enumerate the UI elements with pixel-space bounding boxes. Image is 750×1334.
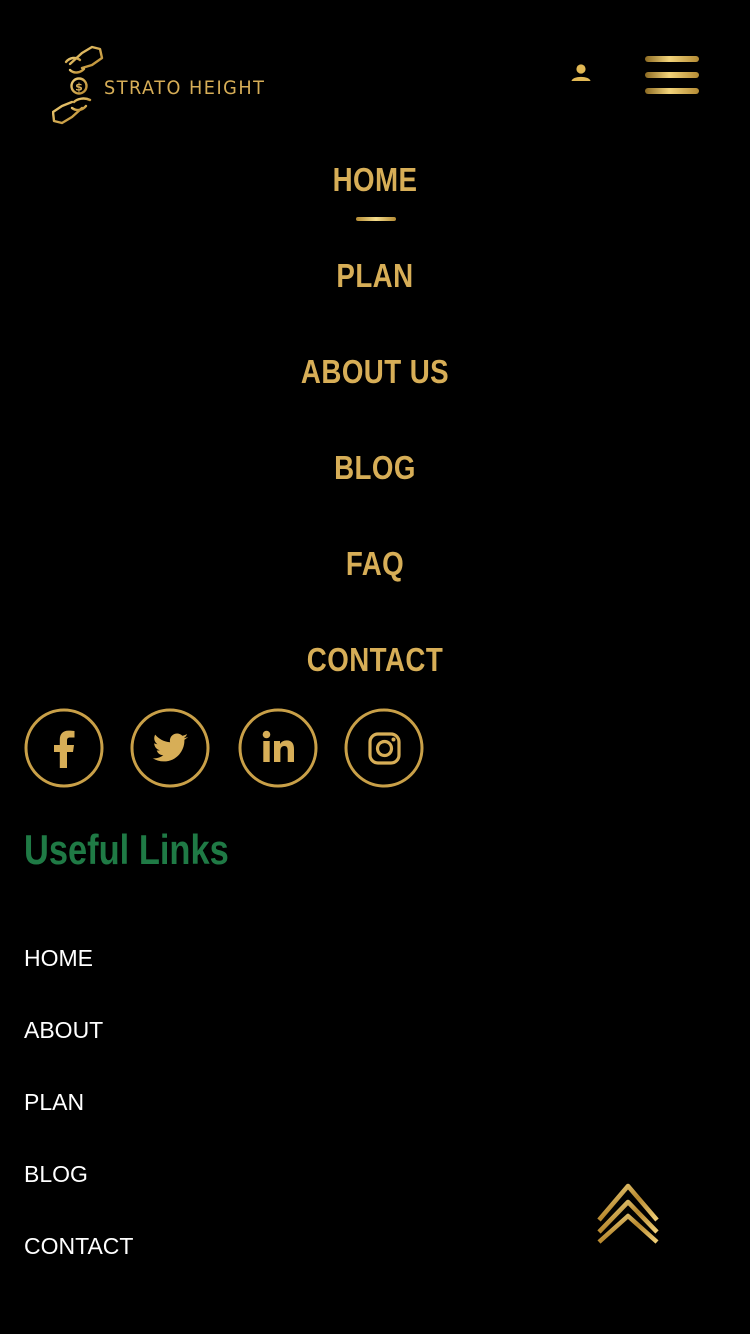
- instagram-button[interactable]: [344, 708, 424, 788]
- facebook-button[interactable]: [24, 708, 104, 788]
- footer-link-contact[interactable]: CONTACT: [24, 1228, 133, 1264]
- user-icon: [571, 64, 591, 81]
- hamburger-menu-icon: [645, 56, 699, 62]
- instagram-icon: [344, 708, 424, 788]
- footer-link-about[interactable]: ABOUT: [24, 1012, 103, 1048]
- footer-link-blog[interactable]: BLOG: [24, 1156, 88, 1192]
- social-links: [24, 708, 444, 792]
- facebook-icon: [24, 708, 104, 788]
- useful-links-heading: Useful Links: [24, 826, 229, 873]
- nav-item-faq[interactable]: FAQ: [60, 516, 690, 612]
- nav-item-blog[interactable]: BLOG: [60, 420, 690, 516]
- nav-item-contact[interactable]: CONTACT: [60, 612, 690, 708]
- twitter-button[interactable]: [130, 708, 210, 788]
- nav-item-home[interactable]: HOME: [60, 132, 690, 228]
- footer-link-home[interactable]: HOME: [24, 940, 93, 976]
- footer-link-plan[interactable]: PLAN: [24, 1084, 84, 1120]
- svg-text:$: $: [75, 81, 83, 94]
- site-header: $ STRATO HEIGHT: [0, 0, 750, 150]
- scroll-to-top-button[interactable]: [594, 1176, 664, 1250]
- hamburger-menu-button[interactable]: [641, 52, 703, 104]
- hands-coin-icon: $: [52, 45, 104, 125]
- active-nav-indicator: [356, 217, 396, 221]
- brand-name: STRATO HEIGHT: [104, 77, 266, 99]
- hamburger-menu-icon: [645, 72, 699, 78]
- nav-item-plan[interactable]: PLAN: [60, 228, 690, 324]
- twitter-icon: [130, 708, 210, 788]
- brand-logo[interactable]: $ STRATO HEIGHT: [52, 44, 266, 128]
- account-button[interactable]: [568, 60, 594, 86]
- linkedin-icon: [238, 708, 318, 788]
- double-chevron-up-icon: [597, 1183, 659, 1244]
- hamburger-menu-icon: [645, 88, 699, 94]
- linkedin-button[interactable]: [238, 708, 318, 788]
- nav-item-about-us[interactable]: ABOUT US: [60, 324, 690, 420]
